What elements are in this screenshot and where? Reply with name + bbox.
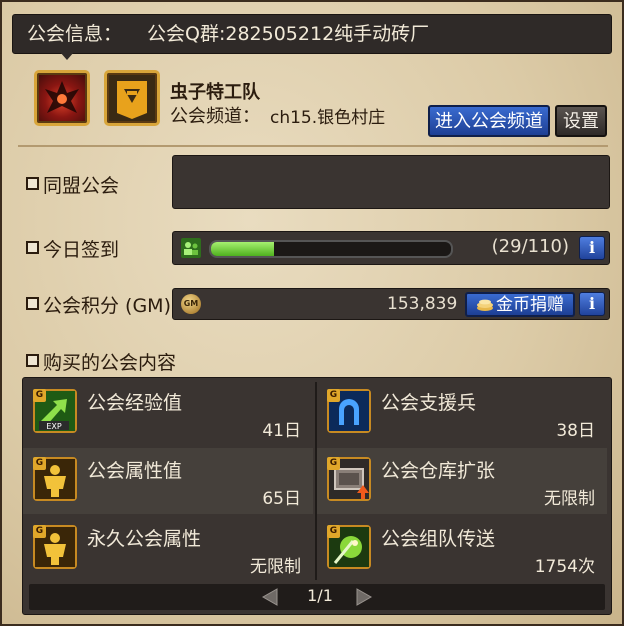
- item-name: 公会属性值: [87, 460, 183, 482]
- alliance-row-label: 同盟公会: [26, 171, 119, 198]
- coin-stack-icon: [477, 299, 493, 311]
- item-value: 无限制: [250, 557, 301, 577]
- channel-value: ch15.银色村庄: [270, 108, 386, 128]
- bullet-icon: [26, 177, 39, 190]
- guild-info-panel: 公会信息： 公会Q群:282505212纯手动砖厂 虫子特工队 公会频道： ch…: [0, 0, 624, 626]
- checkin-progress-fill: [211, 242, 275, 256]
- g-badge: G: [33, 457, 46, 470]
- settings-button[interactable]: 设置: [555, 105, 607, 137]
- purchased-label-text: 购买的公会内容: [43, 352, 177, 374]
- purchased-item-exp[interactable]: EXP G 公会经验值 41日: [23, 380, 313, 446]
- purchased-item-warehouse[interactable]: G 公会仓库扩张 无限制: [317, 448, 607, 514]
- title-bar: 公会信息： 公会Q群:282505212纯手动砖厂: [12, 14, 612, 54]
- checkin-row-label: 今日签到: [26, 235, 119, 262]
- item-value: 65日: [262, 489, 301, 509]
- checkin-bar: (29/110) i: [172, 231, 610, 265]
- warehouse-expand-icon: G: [327, 457, 371, 501]
- g-badge: G: [33, 525, 46, 538]
- guild-banner-icon[interactable]: [104, 70, 160, 126]
- item-name: 公会支援兵: [381, 392, 477, 414]
- enter-guild-channel-button[interactable]: 进入公会频道: [428, 105, 550, 137]
- checkin-count: (29/110): [491, 236, 569, 257]
- gold-donate-label: 金币捐赠: [496, 295, 564, 315]
- points-info-button[interactable]: i: [579, 292, 605, 316]
- members-icon: [181, 238, 201, 258]
- golden-figure-icon: G: [33, 525, 77, 569]
- guild-name: 虫子特工队: [170, 82, 260, 103]
- item-value: 41日: [262, 421, 301, 441]
- purchased-item-permanent-attribute[interactable]: G 永久公会属性 无限制: [23, 516, 313, 582]
- support-soldier-icon: G: [327, 389, 371, 433]
- g-badge: G: [33, 389, 46, 402]
- item-value: 1754次: [534, 557, 595, 577]
- points-bar: GM 153,839 金币捐赠 i: [172, 288, 610, 320]
- checkin-progress-track: [209, 240, 453, 258]
- next-page-button[interactable]: [353, 587, 375, 607]
- bullet-icon: [26, 354, 39, 367]
- points-label-text: 公会积分 (GM): [43, 295, 171, 317]
- purchased-content-list: EXP G 公会经验值 41日 G 公会支援兵 38日 G 公会属性值 65日 …: [22, 377, 612, 615]
- g-badge: G: [327, 457, 340, 470]
- purchased-item-party-teleport[interactable]: G 公会组队传送 1754次: [317, 516, 607, 582]
- gm-coin-icon: GM: [181, 294, 201, 314]
- guild-emblem-icon[interactable]: [34, 70, 90, 126]
- points-row-label: 公会积分 (GM): [26, 291, 171, 318]
- exp-arrow-icon: EXP G: [33, 389, 77, 433]
- qq-group-text: 公会Q群:282505212纯手动砖厂: [147, 23, 430, 45]
- points-value: 153,839: [387, 294, 458, 314]
- gold-donate-button[interactable]: 金币捐赠: [465, 292, 575, 317]
- page-indicator: 1/1: [307, 586, 333, 605]
- prev-page-button[interactable]: [259, 587, 281, 607]
- pager-bar: 1/1: [29, 584, 605, 610]
- golden-figure-icon: G: [33, 457, 77, 501]
- purchased-section-label: 购买的公会内容: [26, 348, 176, 375]
- channel-label: 公会频道：: [170, 106, 260, 127]
- g-badge: G: [327, 389, 340, 402]
- bullet-icon: [26, 241, 39, 254]
- g-badge: G: [327, 525, 340, 538]
- checkin-label-text: 今日签到: [43, 239, 120, 261]
- item-value: 38日: [556, 421, 595, 441]
- checkin-info-button[interactable]: i: [579, 236, 605, 260]
- item-name: 永久公会属性: [87, 528, 202, 550]
- purchased-item-support[interactable]: G 公会支援兵 38日: [317, 380, 607, 446]
- svg-text:EXP: EXP: [46, 422, 62, 431]
- bullet-icon: [26, 297, 39, 310]
- item-value: 无限制: [544, 489, 595, 509]
- item-name: 公会经验值: [87, 392, 183, 414]
- party-teleport-icon: G: [327, 525, 371, 569]
- alliance-guild-field: [172, 155, 610, 209]
- purchased-item-attribute[interactable]: G 公会属性值 65日: [23, 448, 313, 514]
- divider: [18, 145, 608, 147]
- alliance-label-text: 同盟公会: [43, 175, 120, 197]
- item-name: 公会仓库扩张: [381, 460, 496, 482]
- item-name: 公会组队传送: [381, 528, 496, 550]
- panel-title: 公会信息：: [27, 23, 123, 45]
- title-pointer: [60, 52, 74, 60]
